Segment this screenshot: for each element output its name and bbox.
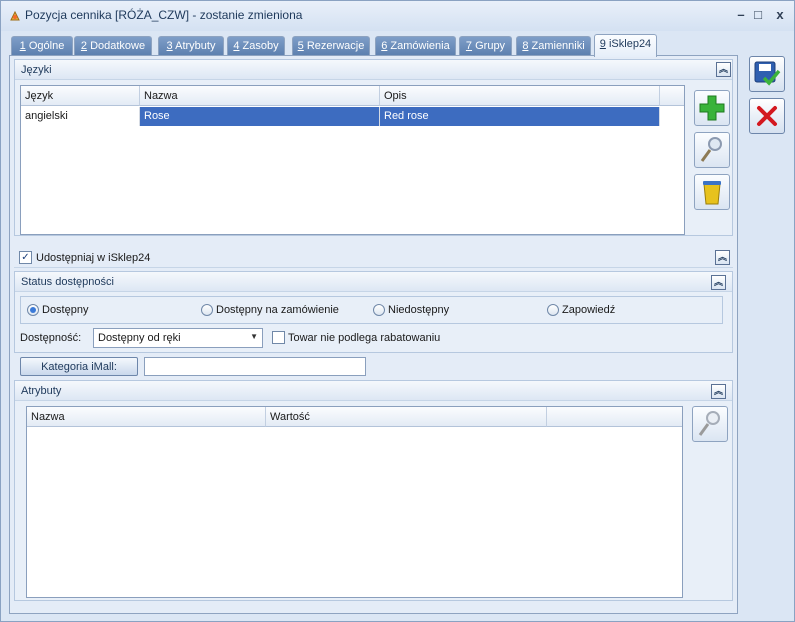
radio-dostepny[interactable] [27, 304, 39, 316]
languages-header: Języki [15, 60, 732, 80]
add-language-button[interactable] [694, 90, 730, 126]
radio-zapowiedz[interactable] [547, 304, 559, 316]
tab-atrybuty-label: Atrybuty [172, 40, 216, 52]
cell-jezyk[interactable]: angielski [21, 107, 140, 126]
title-bar: Pozycja cennika [RÓŻA_CZW] - zostanie zm… [1, 1, 794, 31]
availability-group: Status dostępności ︽ Dostępny Dostępny n… [14, 271, 733, 353]
radio-na-zamowienie-label: Dostępny na zamówienie [216, 304, 339, 316]
tab-zasoby[interactable]: 4 Zasoby [227, 36, 285, 56]
dostepnosc-select[interactable]: Dostępny od ręki ▼ [93, 328, 263, 348]
tab-rezerwacje[interactable]: 5 Rezerwacje [292, 36, 370, 56]
share-collapse-button[interactable]: ︽ [715, 250, 730, 265]
tab-zamienniki-label: Zamienniki [528, 40, 585, 52]
magnifier-icon [698, 411, 720, 436]
tab-dodatkowe-label: Dodatkowe [87, 40, 146, 52]
languages-group: Języki ︽ Język Nazwa Opis angielski Rose… [14, 59, 733, 236]
plus-icon [699, 95, 725, 121]
tab-zamowienia[interactable]: 6 Zamówienia [375, 36, 456, 56]
cell-nazwa[interactable]: Rose [140, 107, 380, 126]
col-opis[interactable]: Opis [380, 86, 660, 106]
discount-label: Towar nie podlega rabatowaniu [288, 332, 441, 344]
tab-zamienniki[interactable]: 8 Zamienniki [516, 36, 591, 56]
dostepnosc-label: Dostępność: [20, 332, 82, 344]
tab-ogolne-label: Ogólne [25, 40, 65, 52]
cell-opis[interactable]: Red rose [380, 107, 660, 126]
window: Pozycja cennika [RÓŻA_CZW] - zostanie zm… [0, 0, 795, 622]
availability-header: Status dostępności [15, 272, 732, 292]
share-checkbox[interactable]: ✓ [19, 251, 32, 264]
close-button[interactable]: x [770, 6, 790, 24]
save-icon [754, 61, 781, 86]
category-input[interactable] [144, 357, 366, 376]
edit-language-button[interactable] [694, 132, 730, 168]
edit-attribute-button[interactable] [692, 406, 728, 442]
radio-na-zamowienie[interactable] [201, 304, 213, 316]
col-filler [660, 86, 684, 106]
tab-zamowienia-label: Zamówienia [387, 40, 450, 52]
tab-rezerwacje-label: Rezerwacje [303, 40, 365, 52]
share-label: Udostępniaj w iSklep24 [36, 252, 151, 264]
languages-collapse-button[interactable]: ︽ [716, 62, 731, 77]
tab-content: Języki ︽ Język Nazwa Opis angielski Rose… [9, 55, 738, 614]
tab-zasoby-label: Zasoby [239, 40, 279, 52]
radio-dostepny-label: Dostępny [42, 304, 89, 316]
window-title: Pozycja cennika [RÓŻA_CZW] - zostanie zm… [25, 8, 303, 22]
app-icon [10, 10, 20, 21]
trash-icon [703, 181, 721, 205]
category-button[interactable]: Kategoria iMall: [20, 357, 138, 376]
col-nazwa[interactable]: Nazwa [140, 86, 380, 106]
tab-dodatkowe[interactable]: 2 Dodatkowe [74, 36, 152, 56]
radio-niedostepny[interactable] [373, 304, 385, 316]
col-attr-extra [547, 407, 682, 427]
tab-atrybuty[interactable]: 3 Atrybuty [158, 36, 224, 56]
tab-ogolne[interactable]: 1 Ogólne [11, 36, 73, 56]
attributes-collapse-button[interactable]: ︽ [711, 384, 726, 399]
col-jezyk[interactable]: Język [21, 86, 140, 106]
status-radio-group: Dostępny Dostępny na zamówienie Niedostę… [20, 296, 723, 324]
magnifier-icon [700, 137, 722, 162]
share-row: ✓ Udostępniaj w iSklep24 ︽ [14, 248, 733, 268]
cancel-icon [757, 106, 777, 126]
maximize-button[interactable]: □ [748, 6, 768, 24]
col-attr-wartosc[interactable]: Wartość [266, 407, 547, 427]
save-button[interactable] [749, 56, 785, 92]
attributes-group: Atrybuty ︽ Nazwa Wartość [14, 380, 733, 601]
radio-niedostepny-label: Niedostępny [388, 304, 450, 316]
tab-grupy[interactable]: 7 Grupy [459, 36, 512, 56]
cancel-button[interactable] [749, 98, 785, 134]
attributes-header: Atrybuty [15, 381, 732, 401]
chevron-down-icon: ▼ [250, 332, 258, 341]
attributes-grid: Nazwa Wartość [26, 406, 683, 598]
tab-isklep24[interactable]: 9 iSklep24 [594, 34, 657, 57]
radio-zapowiedz-label: Zapowiedź [562, 304, 616, 316]
tab-isklep24-label: iSklep24 [605, 38, 652, 50]
delete-language-button[interactable] [694, 174, 730, 210]
tab-grupy-label: Grupy [472, 40, 506, 52]
col-attr-nazwa[interactable]: Nazwa [27, 407, 266, 427]
languages-grid: Język Nazwa Opis angielski Rose Red rose [20, 85, 685, 235]
dostepnosc-value: Dostępny od ręki [98, 332, 181, 344]
discount-checkbox[interactable] [272, 331, 285, 344]
availability-collapse-button[interactable]: ︽ [711, 275, 726, 290]
